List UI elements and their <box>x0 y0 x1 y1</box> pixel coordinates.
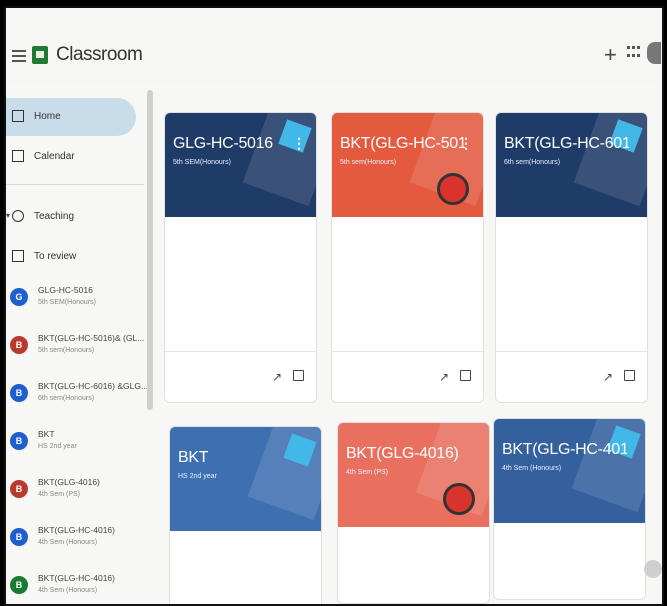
class-subtitle: 5th SEM(Honours) <box>38 299 96 306</box>
class-list-item[interactable]: B BKT(GLG-HC-4016) 4th Sem (Honours) <box>6 566 144 604</box>
caret-down-icon: ▾ <box>6 211 11 220</box>
class-list-item[interactable]: B BKT(GLG-4016) 4th Sem (PS) <box>6 470 144 518</box>
class-initial: B <box>10 432 28 450</box>
class-subtitle: HS 2nd year <box>38 443 77 450</box>
class-card[interactable]: BKT(GLG-HC-4016) 4th Sem (Honours) <box>493 418 646 600</box>
sidebar-scrollbar[interactable] <box>147 90 153 410</box>
card-footer: ↗ <box>332 351 483 402</box>
app-title: Classroom <box>56 44 143 65</box>
more-options-icon[interactable]: ⋮ <box>292 135 306 152</box>
class-title: BKT(GLG-HC-6016) &GLG... <box>38 381 149 391</box>
trending-icon[interactable]: ↗ <box>439 370 449 384</box>
class-list-item[interactable]: B BKT(GLG-HC-5016)& (GL... 5th sem(Honou… <box>6 326 144 374</box>
class-subtitle: 4th Sem (PS) <box>38 491 81 498</box>
class-title: BKT(GLG-4016) <box>38 477 100 487</box>
folder-icon[interactable] <box>293 370 304 381</box>
card-title[interactable]: BKT(GLG-4016) <box>346 445 459 463</box>
folder-icon[interactable] <box>624 370 635 381</box>
class-initial: G <box>10 288 28 306</box>
class-card[interactable]: BKT(GLG-HC-6016) ... 6th sem(Honours) ↗ <box>495 112 648 403</box>
card-subtitle: 5th SEM(Honours) <box>173 159 231 166</box>
trending-icon[interactable]: ↗ <box>603 370 613 384</box>
sidebar-item-home[interactable]: Home <box>6 98 136 136</box>
class-title: GLG-HC-5016 <box>38 285 93 295</box>
folder-icon[interactable] <box>460 370 471 381</box>
class-title: BKT <box>38 429 55 439</box>
card-banner: BKT(GLG-HC-4016) 4th Sem (Honours) <box>494 419 645 523</box>
class-initial: B <box>10 480 28 498</box>
sidebar-item-label: Calendar <box>34 151 75 162</box>
divider <box>6 184 144 185</box>
class-initial: B <box>10 576 28 594</box>
class-subtitle: 4th Sem (Honours) <box>38 587 98 594</box>
help-icon[interactable] <box>644 560 662 578</box>
class-title: BKT(GLG-HC-4016) <box>38 573 115 583</box>
apps-grid-icon[interactable] <box>627 46 640 60</box>
calendar-icon <box>12 150 24 162</box>
card-banner: BKT(GLG-HC-6016) ... 6th sem(Honours) <box>496 113 647 217</box>
card-subtitle: 4th Sem (PS) <box>346 469 389 476</box>
card-body <box>496 217 647 351</box>
card-body <box>332 217 483 351</box>
app-window: Classroom + Home Calendar ▾ Teaching To … <box>4 6 664 606</box>
class-title: BKT(GLG-HC-5016)& (GL... <box>38 333 145 343</box>
class-card[interactable]: BKT(GLG-HC-5016)&... 5th sem(Honours) ⋮ … <box>331 112 484 403</box>
card-subtitle: 4th Sem (Honours) <box>502 465 562 472</box>
card-footer: ↗ <box>165 351 316 402</box>
plus-icon[interactable]: + <box>604 42 617 68</box>
sidebar-item-calendar[interactable]: Calendar <box>6 138 136 176</box>
card-title[interactable]: GLG-HC-5016 <box>173 135 273 153</box>
class-card[interactable]: BKT HS 2nd year <box>169 426 322 604</box>
card-banner: BKT(GLG-HC-5016)&... 5th sem(Honours) ⋮ <box>332 113 483 217</box>
class-subtitle: 4th Sem (Honours) <box>38 539 98 546</box>
sidebar-item-teaching[interactable]: ▾ Teaching <box>6 198 136 236</box>
home-icon <box>12 110 24 122</box>
card-footer: ↗ <box>496 351 647 402</box>
sidebar: Home Calendar ▾ Teaching To review G GLG… <box>6 86 148 604</box>
class-title: BKT(GLG-HC-4016) <box>38 525 115 535</box>
class-list-item[interactable]: G GLG-HC-5016 5th SEM(Honours) <box>6 278 144 326</box>
card-banner: GLG-HC-5016 5th SEM(Honours) ⋮ <box>165 113 316 217</box>
hamburger-menu-icon[interactable] <box>12 50 26 62</box>
sidebar-item-to-review[interactable]: To review <box>6 238 136 276</box>
class-list-item[interactable]: B BKT(GLG-HC-6016) &GLG... 6th sem(Honou… <box>6 374 148 422</box>
avatar[interactable] <box>647 42 661 64</box>
card-body <box>165 217 316 351</box>
card-title[interactable]: BKT(GLG-HC-6016) ... <box>504 135 629 153</box>
review-icon <box>12 250 24 262</box>
card-title[interactable]: BKT <box>178 449 208 467</box>
class-initial: B <box>10 384 28 402</box>
card-subtitle: 6th sem(Honours) <box>504 159 561 166</box>
class-card[interactable]: BKT(GLG-4016) 4th Sem (PS) <box>337 422 490 604</box>
card-banner: BKT(GLG-4016) 4th Sem (PS) <box>338 423 489 527</box>
card-title[interactable]: BKT(GLG-HC-4016) <box>502 441 627 459</box>
more-options-icon[interactable]: ⋮ <box>459 135 473 152</box>
card-title[interactable]: BKT(GLG-HC-5016)&... <box>340 135 465 153</box>
class-subtitle: 5th sem(Honours) <box>38 347 95 354</box>
class-list-item[interactable]: B BKT HS 2nd year <box>6 422 144 470</box>
class-card[interactable]: GLG-HC-5016 5th SEM(Honours) ⋮ ↗ <box>164 112 317 403</box>
card-subtitle: HS 2nd year <box>178 473 217 480</box>
class-initial: B <box>10 528 28 546</box>
class-list-item[interactable]: B BKT(GLG-HC-4016) 4th Sem (Honours) <box>6 518 144 566</box>
sidebar-item-label: Home <box>34 111 61 122</box>
class-initial: B <box>10 336 28 354</box>
sidebar-item-label: To review <box>34 251 77 262</box>
classroom-logo <box>32 46 48 64</box>
card-banner: BKT HS 2nd year <box>170 427 321 531</box>
teaching-icon <box>12 210 24 222</box>
sidebar-item-label: Teaching <box>34 211 75 222</box>
class-subtitle: 6th sem(Honours) <box>38 395 95 402</box>
top-bar: Classroom + <box>6 8 662 84</box>
card-subtitle: 5th sem(Honours) <box>340 159 397 166</box>
trending-icon[interactable]: ↗ <box>272 370 282 384</box>
